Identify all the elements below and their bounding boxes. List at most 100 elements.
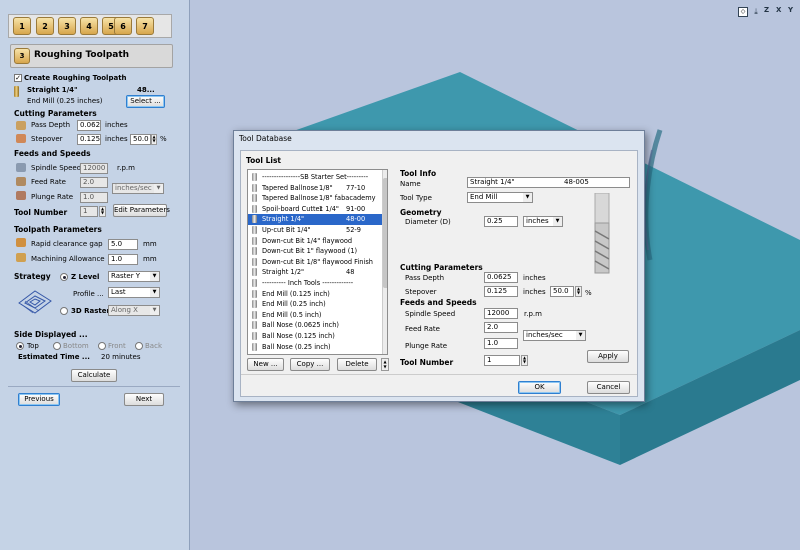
raster3d-select[interactable]: Along X ▼ (108, 305, 160, 316)
tool-bit-icon (252, 226, 257, 234)
profile-select[interactable]: Last ▼ (108, 287, 160, 298)
estimated-time-value: 20 minutes (101, 353, 141, 361)
step-4-button[interactable]: 4 (80, 17, 98, 35)
tool-list-item[interactable]: Straight 1/4" 48-00 (248, 214, 383, 225)
tool-list-item[interactable]: End Mill (0.25 inch) (248, 299, 383, 309)
view-z-icon[interactable]: Z (764, 6, 774, 17)
tool-list-item[interactable]: Ball Nose (0.125 inch) (248, 331, 383, 341)
plunge-rate-input[interactable]: 1.0 (80, 192, 108, 203)
step-6-button[interactable]: 6 (114, 17, 132, 35)
estimated-time-label: Estimated Time ... (18, 353, 90, 361)
diameter-units-select[interactable]: inches ▼ (523, 216, 563, 227)
tool-list-item[interactable]: Ball Nose (0.0625 inch) (248, 320, 383, 330)
side-top-radio[interactable] (16, 342, 24, 350)
delete-tool-button[interactable]: Delete (337, 358, 377, 371)
dialog-tool-number-spinner[interactable]: ▲ ▼ (521, 355, 528, 366)
side-back-radio[interactable] (135, 342, 143, 350)
stepover-label: Stepover (31, 135, 63, 143)
tool-bit-icon (252, 268, 257, 277)
cancel-button[interactable]: Cancel (587, 381, 630, 394)
left-panel: 1 2 3 4 5 6 7 3 Roughing Toolpath ✓ Crea… (0, 0, 190, 550)
dialog-stepover-percent-input[interactable]: 50.0 (550, 286, 574, 297)
dialog-tool-number-input[interactable]: 1 (484, 355, 520, 366)
create-roughing-checkbox[interactable]: ✓ (14, 74, 22, 82)
scrollbar-thumb[interactable] (383, 178, 387, 288)
dialog-pass-depth-input[interactable]: 0.0625 (484, 272, 518, 283)
tool-bit-icon (252, 194, 257, 203)
panel-divider (8, 386, 180, 387)
stepover-input[interactable]: 0.125 (77, 134, 101, 145)
tool-list[interactable]: ----------------SB Starter Set--------- T… (247, 169, 388, 355)
pass-depth-input[interactable]: 0.0625 (77, 120, 101, 131)
stepover-percent-input[interactable]: 50.0 (130, 134, 151, 145)
tool-list-item[interactable]: Straight 1/2" 48 (248, 267, 383, 277)
tool-list-item[interactable]: Down-cut Bit 1" flaywood (1) (248, 246, 383, 256)
select-tool-button[interactable]: Select ... (126, 95, 165, 108)
tool-item-name: Ball Nose (0.0625 inch) (262, 321, 340, 330)
copy-tool-button[interactable]: Copy ... (290, 358, 330, 371)
zlevel-strategy-select[interactable]: Raster Y ▼ (108, 271, 160, 282)
apply-button[interactable]: Apply (587, 350, 629, 363)
rapid-clearance-input[interactable]: 5.0 (108, 239, 138, 250)
tool-list-item[interactable]: ----------------SB Starter Set--------- (248, 172, 383, 182)
previous-button[interactable]: Previous (18, 393, 60, 406)
dialog-pass-depth-unit: inches (523, 274, 546, 282)
tool-bit-icon (252, 204, 257, 213)
raster3d-radio[interactable] (60, 307, 68, 315)
dialog-feed-rate-input[interactable]: 2.0 (484, 322, 518, 333)
tool-list-item[interactable]: ---------- Inch Tools ------------- (248, 278, 383, 288)
tool-number-input[interactable]: 1 (80, 206, 98, 217)
machining-allowance-input[interactable]: 1.0 (108, 254, 138, 265)
dialog-tool-number-label: Tool Number (400, 358, 454, 367)
feed-units-select[interactable]: inches/sec ▼ (112, 183, 164, 194)
zlevel-radio[interactable] (60, 273, 68, 281)
next-button[interactable]: Next (124, 393, 164, 406)
dialog-stepover-input[interactable]: 0.125 (484, 286, 518, 297)
tool-order-spinner[interactable]: ▲ ▼ (381, 358, 389, 371)
step-3-button[interactable]: 3 (58, 17, 76, 35)
side-front-radio[interactable] (98, 342, 106, 350)
dialog-plunge-rate-input[interactable]: 1.0 (484, 338, 518, 349)
tool-list-item[interactable]: Tapered Ballnose 1/8" fabacademy (248, 193, 383, 203)
tool-list-item[interactable]: Up-cut Bit 1/4" 52-9 (248, 225, 383, 235)
tool-list-item[interactable]: Spoil-board Cutter 1 1/4" 91-00 (248, 204, 383, 214)
view-x-icon[interactable]: X (776, 6, 786, 17)
tool-list-item[interactable]: Ball Nose (0.25 inch) (248, 342, 383, 352)
tool-list-scrollbar[interactable] (382, 170, 387, 354)
tool-item-name: Down-cut Bit 1/4" flaywood (262, 236, 353, 245)
side-displayed-header: Side Displayed ... (14, 330, 88, 339)
step-7-button[interactable]: 7 (136, 17, 154, 35)
view-down-icon[interactable]: ⤓ (751, 7, 761, 17)
dialog-feed-units-select[interactable]: inches/sec ▼ (523, 330, 586, 341)
new-tool-button[interactable]: New ... (247, 358, 284, 371)
side-top-label: Top (27, 342, 39, 350)
tool-number-spinner[interactable]: ▲ ▼ (99, 206, 106, 217)
feed-rate-input[interactable]: 2.0 (80, 177, 108, 188)
tool-list-item[interactable]: End Mill (0.125 inch) (248, 289, 383, 299)
step-1-button[interactable]: 1 (13, 17, 31, 35)
tool-list-item[interactable]: End Mill (0.5 inch) (248, 310, 383, 320)
tool-list-item[interactable]: Down-cut Bit 1/4" flaywood (248, 236, 383, 246)
edit-parameters-button[interactable]: Edit Parameters (113, 204, 170, 217)
ok-button[interactable]: OK (518, 381, 561, 394)
tool-type-select[interactable]: End Mill ▼ (467, 192, 533, 203)
dialog-spindle-speed-input[interactable]: 12000 (484, 308, 518, 319)
side-bottom-radio[interactable] (53, 342, 61, 350)
spindle-speed-input[interactable]: 12000 (80, 163, 108, 174)
view-y-icon[interactable]: Y (788, 6, 798, 17)
stepover-percent-spinner[interactable]: ▲ ▼ (151, 134, 157, 145)
diameter-input[interactable]: 0.25 (484, 216, 518, 227)
dialog-stepover-spinner[interactable]: ▲ ▼ (575, 286, 582, 297)
allowance-icon (16, 253, 26, 262)
tool-item-name: End Mill (0.25 inch) (262, 300, 326, 309)
view-iso-icon[interactable]: ◇ (738, 7, 748, 17)
stepover-icon (16, 134, 26, 143)
tool-list-item[interactable]: Tapered Ballnose 1/8" 77-10 (248, 183, 383, 193)
tool-item-name: Ball Nose (0.25 inch) (262, 342, 331, 351)
tool-item-name: ----------------SB Starter Set--------- (262, 173, 369, 181)
tool-name-input[interactable]: Straight 1/4" 48-005 (467, 177, 630, 188)
calculate-button[interactable]: Calculate (71, 369, 117, 382)
tool-list-item[interactable]: Down-cut Bit 1/8" flaywood Finish (248, 257, 383, 267)
step-2-button[interactable]: 2 (36, 17, 54, 35)
rapid-clearance-label: Rapid clearance gap (31, 240, 103, 248)
